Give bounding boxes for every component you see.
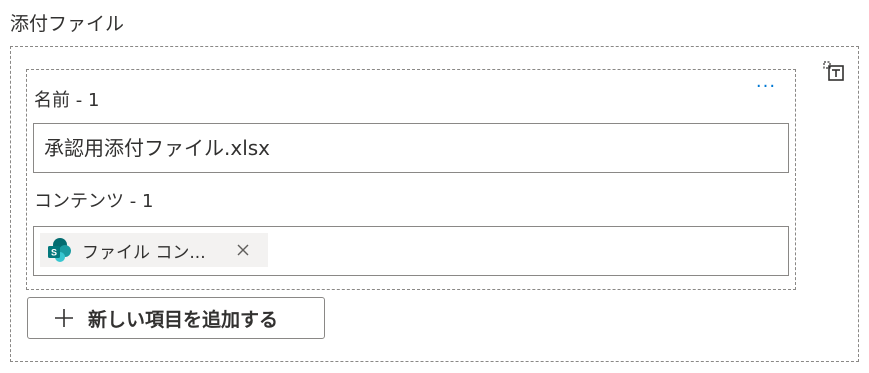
- token-label: ファイル コン...: [82, 242, 206, 263]
- sharepoint-icon: S: [44, 235, 74, 265]
- content-label: コンテンツ - 1: [34, 191, 154, 212]
- delete-array-icon: [822, 59, 846, 87]
- svg-text:S: S: [51, 248, 57, 258]
- add-new-item-label: 新しい項目を追加する: [88, 308, 279, 331]
- name-input[interactable]: 承認用添付ファイル.xlsx: [33, 123, 789, 173]
- remove-array-button[interactable]: [820, 60, 848, 86]
- add-new-item-button[interactable]: 新しい項目を追加する: [27, 297, 325, 339]
- close-icon: [237, 244, 249, 256]
- more-options-button[interactable]: ···: [748, 78, 784, 100]
- name-label: 名前 - 1: [34, 90, 100, 111]
- section-title: 添付ファイル: [10, 13, 125, 35]
- file-content-token[interactable]: S ファイル コン...: [40, 233, 268, 267]
- plus-icon: [54, 308, 74, 328]
- token-remove-button[interactable]: [230, 237, 256, 263]
